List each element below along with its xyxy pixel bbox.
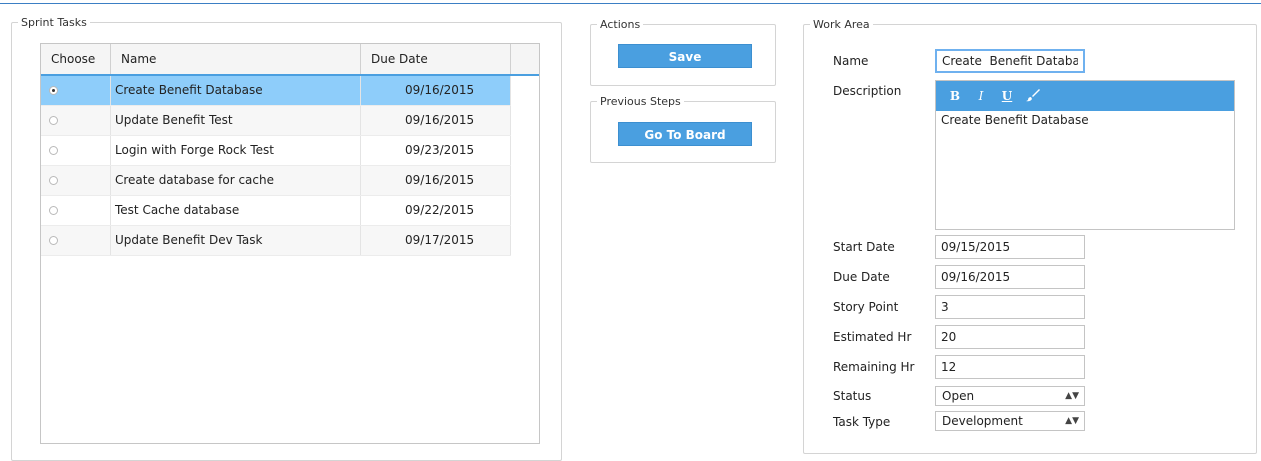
task-name-cell: Login with Forge Rock Test <box>111 136 361 165</box>
go-to-board-button[interactable]: Go To Board <box>618 122 752 146</box>
estimated-hr-input[interactable] <box>935 325 1085 349</box>
row-radio[interactable] <box>49 146 58 155</box>
sprint-tasks-legend: Sprint Tasks <box>21 16 87 29</box>
task-type-select[interactable]: Development ▲▼ <box>935 411 1085 431</box>
description-label: Description <box>833 84 902 98</box>
task-name-cell: Test Cache database <box>111 196 361 225</box>
row-radio[interactable] <box>49 116 58 125</box>
brush-icon[interactable] <box>1026 88 1040 105</box>
name-input[interactable] <box>935 49 1085 73</box>
select-arrows-icon: ▲▼ <box>1065 416 1079 426</box>
due-date-cell: 09/22/2015 <box>361 196 511 225</box>
row-radio[interactable] <box>49 206 58 215</box>
column-header-name[interactable]: Name <box>111 44 361 74</box>
story-point-input[interactable] <box>935 295 1085 319</box>
italic-icon[interactable]: I <box>974 89 988 103</box>
previous-steps-legend: Previous Steps <box>600 95 681 108</box>
due-date-cell: 09/16/2015 <box>361 166 511 195</box>
task-name-cell: Create database for cache <box>111 166 361 195</box>
choose-cell <box>41 76 111 105</box>
status-selected-value: Open <box>942 389 975 403</box>
estimated-hr-label: Estimated Hr <box>833 330 912 344</box>
underline-icon[interactable]: U <box>1000 89 1014 103</box>
choose-cell <box>41 196 111 225</box>
description-editor[interactable]: B I U Create Benefit Database <box>935 80 1235 230</box>
table-row[interactable]: Update Benefit Dev Task 09/17/2015 <box>41 226 511 256</box>
due-date-input[interactable] <box>935 265 1085 289</box>
status-label: Status <box>833 389 872 403</box>
description-text[interactable]: Create Benefit Database <box>936 111 1234 129</box>
story-point-label: Story Point <box>833 300 899 314</box>
tasks-grid: Choose Name Due Date Create Benefit Data… <box>40 43 540 444</box>
task-type-label: Task Type <box>833 415 891 429</box>
table-row[interactable]: Create Benefit Database 09/16/2015 <box>41 76 511 106</box>
task-name-cell: Update Benefit Test <box>111 106 361 135</box>
work-area-legend: Work Area <box>813 18 870 31</box>
row-radio[interactable] <box>49 86 58 95</box>
table-row[interactable]: Update Benefit Test 09/16/2015 <box>41 106 511 136</box>
column-header-spacer <box>511 44 539 74</box>
choose-cell <box>41 136 111 165</box>
row-radio[interactable] <box>49 236 58 245</box>
grid-header: Choose Name Due Date <box>41 44 539 76</box>
brush-icon-glyph <box>1026 88 1040 101</box>
bold-icon[interactable]: B <box>948 89 962 103</box>
choose-cell <box>41 106 111 135</box>
save-button[interactable]: Save <box>618 44 752 68</box>
due-date-cell: 09/16/2015 <box>361 76 511 105</box>
column-header-choose[interactable]: Choose <box>41 44 111 74</box>
due-date-cell: 09/16/2015 <box>361 106 511 135</box>
due-date-cell: 09/17/2015 <box>361 226 511 255</box>
actions-legend: Actions <box>600 18 641 31</box>
name-label: Name <box>833 54 869 68</box>
status-select[interactable]: Open ▲▼ <box>935 386 1085 406</box>
start-date-input[interactable] <box>935 235 1085 259</box>
grid-body: Create Benefit Database 09/16/2015 Update … <box>41 76 539 256</box>
table-row[interactable]: Test Cache database 09/22/2015 <box>41 196 511 226</box>
top-border <box>0 3 1261 4</box>
task-name-cell: Create Benefit Database <box>111 76 361 105</box>
due-date-label: Due Date <box>833 270 890 284</box>
task-type-selected-value: Development <box>942 414 1023 428</box>
task-name-cell: Update Benefit Dev Task <box>111 226 361 255</box>
editor-toolbar: B I U <box>936 81 1234 111</box>
start-date-label: Start Date <box>833 240 895 254</box>
remaining-hr-label: Remaining Hr <box>833 360 915 374</box>
remaining-hr-input[interactable] <box>935 355 1085 379</box>
table-row[interactable]: Create database for cache 09/16/2015 <box>41 166 511 196</box>
select-arrows-icon: ▲▼ <box>1065 391 1079 401</box>
due-date-cell: 09/23/2015 <box>361 136 511 165</box>
choose-cell <box>41 166 111 195</box>
choose-cell <box>41 226 111 255</box>
row-radio[interactable] <box>49 176 58 185</box>
column-header-due-date[interactable]: Due Date <box>361 44 511 74</box>
table-row[interactable]: Login with Forge Rock Test 09/23/2015 <box>41 136 511 166</box>
